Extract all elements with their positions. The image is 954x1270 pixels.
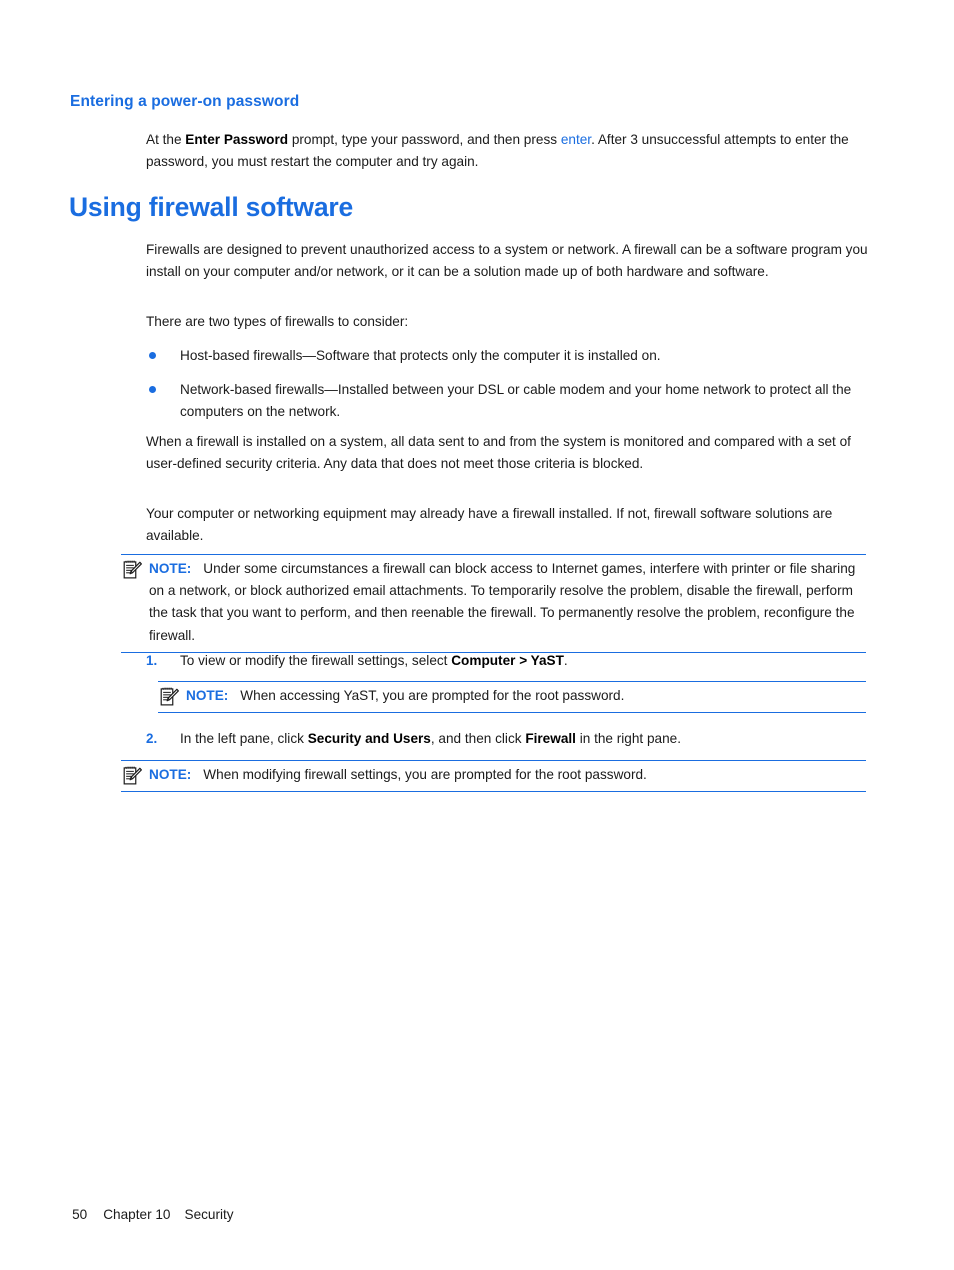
firewall-intro-paragraph: Firewalls are designed to prevent unauth… <box>146 242 868 280</box>
footer-page-number: 50 <box>72 1207 88 1222</box>
bullet-dot-icon <box>149 352 156 359</box>
list-item: Network-based firewalls—Installed betwee… <box>146 379 868 423</box>
note-pencil-icon <box>121 765 143 787</box>
note-content: NOTE: Under some circumstances a firewall… <box>149 558 866 647</box>
step-bold-menu-path: Computer > YaST <box>451 653 564 668</box>
note-pencil-icon <box>121 559 143 581</box>
note-block: NOTE: When accessing YaST, you are prompt… <box>158 681 866 714</box>
step-text-part-3: in the right pane. <box>575 731 681 746</box>
page-footer: 50 Chapter 10 Security <box>57 1192 234 1237</box>
step-text: To view or modify the firewall settings,… <box>180 650 868 672</box>
note-text: When accessing YaST, you are prompted fo… <box>240 688 625 703</box>
step-text: In the left pane, click Security and Use… <box>180 728 868 750</box>
bullet-text: Host-based firewalls—Software that prote… <box>180 348 661 363</box>
step-text-part-1: In the left pane, click <box>180 731 308 746</box>
step-text-part-1: To view or modify the firewall settings,… <box>180 653 452 668</box>
note-label: NOTE: <box>149 767 192 782</box>
enter-key-link[interactable]: enter <box>561 132 591 147</box>
step-number: 2. <box>146 731 158 746</box>
note-label: NOTE: <box>149 561 192 576</box>
note-text: When modifying firewall settings, you ar… <box>203 767 647 782</box>
enter-password-bold: Enter Password <box>185 132 289 147</box>
step-text-part-2: , and then click <box>430 731 526 746</box>
note-text: Under some circumstances a firewall can … <box>149 561 856 643</box>
power-on-password-paragraph: At the Enter Password prompt, type your … <box>146 129 868 173</box>
step-bold-security-and-users: Security and Users <box>307 731 431 746</box>
step-text-part-2: . <box>563 653 568 668</box>
list-item: Host-based firewalls—Software that prote… <box>146 345 868 367</box>
paragraph-text-part-1: At the <box>146 132 186 147</box>
step-number: 1. <box>146 653 158 668</box>
ordered-list-item: 1. To view or modify the firewall settin… <box>146 650 868 672</box>
step-bold-firewall: Firewall <box>525 731 576 746</box>
bullet-dot-icon <box>149 386 156 393</box>
footer-chapter-title: Security <box>184 1207 234 1222</box>
firewall-monitoring-paragraph: When a firewall is installed on a system… <box>146 434 851 472</box>
bullet-text: Network-based firewalls—Installed betwee… <box>180 382 852 420</box>
note-pencil-icon <box>158 686 180 708</box>
page-title: Using firewall software <box>69 192 354 222</box>
note-content: NOTE: When accessing YaST, you are prompt… <box>186 685 866 707</box>
note-content: NOTE: When modifying firewall settings, y… <box>149 764 866 786</box>
firewall-availability-paragraph: Your computer or networking equipment ma… <box>146 506 833 544</box>
document-page: Entering a power-on password At the Ente… <box>0 0 954 1270</box>
note-block: NOTE: Under some circumstances a firewall… <box>121 554 866 653</box>
section-subheading: Entering a power-on password <box>70 93 300 110</box>
note-label: NOTE: <box>186 688 229 703</box>
firewall-types-lead: There are two types of firewalls to cons… <box>146 314 409 329</box>
ordered-list-item: 2. In the left pane, click Security and … <box>146 728 868 750</box>
paragraph-text-part-2: prompt, type your password, and then pre… <box>288 132 561 147</box>
note-block: NOTE: When modifying firewall settings, y… <box>121 760 866 793</box>
footer-chapter: Chapter 10 <box>103 1207 171 1222</box>
